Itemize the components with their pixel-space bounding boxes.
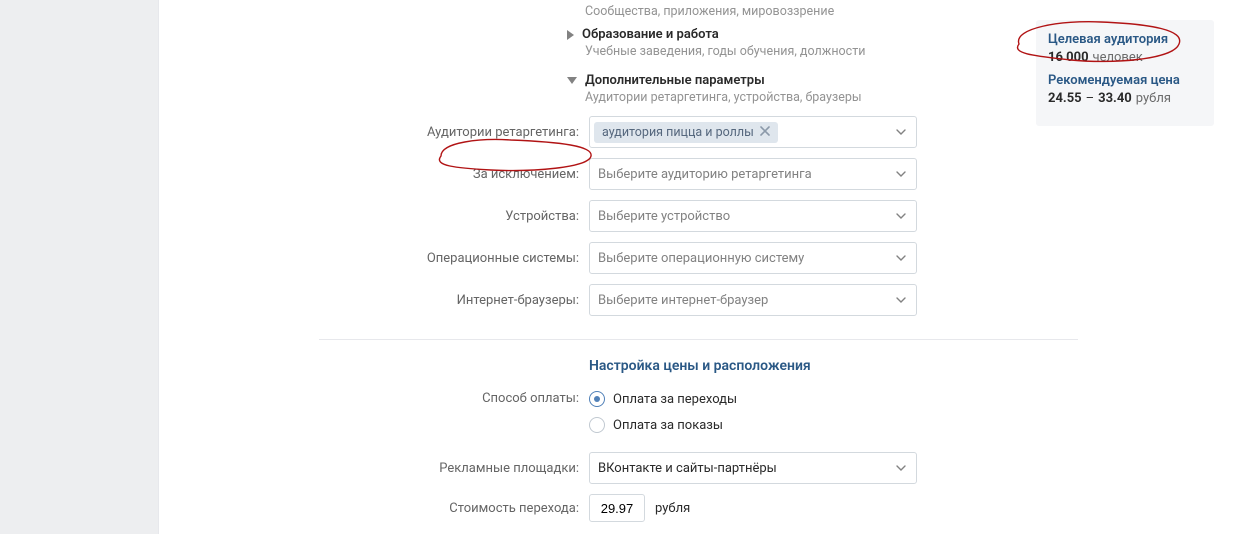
audience-value: 16 000 человек bbox=[1048, 49, 1202, 71]
label-retargeting: Аудитории ретаргетинга: bbox=[159, 125, 589, 140]
row-placements: Рекламные площадки: ВКонтакте и сайты-па… bbox=[159, 438, 1238, 489]
price-high: 33.40 bbox=[1098, 91, 1132, 106]
devices-placeholder: Выберите устройство bbox=[598, 209, 730, 224]
radio-pay-impressions-label: Оплата за показы bbox=[613, 418, 723, 433]
pricing-section-title: Настройка цены и расположения bbox=[159, 356, 1238, 384]
radio-icon bbox=[589, 391, 605, 407]
row-exclude: За исключением: Выберите аудиторию ретар… bbox=[159, 153, 1238, 195]
label-cpc: Стоимость перехода: bbox=[159, 501, 589, 516]
left-gutter bbox=[0, 0, 158, 534]
audience-sidebar: Целевая аудитория 16 000 человек Рекоменд… bbox=[1036, 20, 1214, 126]
label-browsers: Интернет-браузеры: bbox=[159, 293, 589, 308]
chevron-down-icon bbox=[896, 297, 906, 307]
chevron-down-icon bbox=[896, 213, 906, 223]
radio-pay-impressions[interactable]: Оплата за показы bbox=[589, 417, 917, 433]
label-exclude: За исключением: bbox=[159, 167, 589, 182]
radio-icon bbox=[589, 417, 605, 433]
chevron-down-icon bbox=[896, 465, 906, 475]
placements-select[interactable]: ВКонтакте и сайты-партнёры bbox=[589, 452, 917, 484]
retargeting-tag-text: аудитория пицца и роллы bbox=[602, 125, 754, 140]
price-header: Рекомендуемая цена bbox=[1048, 71, 1202, 90]
placements-value: ВКонтакте и сайты-партнёры bbox=[598, 461, 777, 476]
row-cpc: Стоимость перехода: рубля bbox=[159, 489, 1238, 527]
row-browsers: Интернет-браузеры: Выберите интернет-бра… bbox=[159, 279, 1238, 321]
group-additional-title: Дополнительные параметры bbox=[585, 73, 765, 88]
price-value: 24.55–33.40рубля bbox=[1048, 90, 1202, 112]
devices-select[interactable]: Выберите устройство bbox=[589, 200, 917, 232]
audience-unit: человек bbox=[1093, 50, 1143, 65]
radio-pay-clicks-label: Оплата за переходы bbox=[613, 392, 737, 407]
section-divider bbox=[319, 339, 1078, 340]
chevron-down-icon bbox=[567, 77, 577, 84]
tag-remove-icon[interactable] bbox=[760, 126, 772, 138]
retargeting-tag: аудитория пицца и роллы bbox=[594, 122, 778, 143]
label-os: Операционные системы: bbox=[159, 251, 589, 266]
chevron-right-icon bbox=[567, 30, 574, 40]
cpc-input[interactable] bbox=[589, 494, 645, 522]
chevron-down-icon bbox=[896, 255, 906, 265]
chevron-down-icon bbox=[896, 129, 906, 139]
browsers-placeholder: Выберите интернет-браузер bbox=[598, 293, 768, 308]
price-unit: рубля bbox=[1136, 91, 1171, 106]
exclude-placeholder: Выберите аудиторию ретаргетинга bbox=[598, 167, 812, 182]
browsers-select[interactable]: Выберите интернет-браузер bbox=[589, 284, 917, 316]
audience-header: Целевая аудитория bbox=[1048, 30, 1202, 49]
group-education-title: Образование и работа bbox=[582, 27, 719, 42]
exclude-select[interactable]: Выберите аудиторию ретаргетинга bbox=[589, 158, 917, 190]
os-placeholder: Выберите операционную систему bbox=[598, 251, 804, 266]
row-devices: Устройства: Выберите устройство bbox=[159, 195, 1238, 237]
row-os: Операционные системы: Выберите операцион… bbox=[159, 237, 1238, 279]
row-pay-method: Способ оплаты: Оплата за переходы Оплата… bbox=[159, 384, 1238, 438]
prev-group-subtitle: Сообщества, приложения, мировоззрение bbox=[159, 0, 1238, 19]
chevron-down-icon bbox=[896, 171, 906, 181]
radio-pay-clicks[interactable]: Оплата за переходы bbox=[589, 391, 917, 407]
label-pay-method: Способ оплаты: bbox=[159, 389, 589, 406]
audience-count: 16 000 bbox=[1048, 50, 1089, 65]
price-low: 24.55 bbox=[1048, 91, 1082, 106]
cpc-unit: рубля bbox=[655, 501, 690, 516]
retargeting-select[interactable]: аудитория пицца и роллы bbox=[589, 116, 917, 148]
os-select[interactable]: Выберите операционную систему bbox=[589, 242, 917, 274]
main-panel: Сообщества, приложения, мировоззрение Об… bbox=[158, 0, 1238, 534]
label-placements: Рекламные площадки: bbox=[159, 461, 589, 476]
label-devices: Устройства: bbox=[159, 209, 589, 224]
